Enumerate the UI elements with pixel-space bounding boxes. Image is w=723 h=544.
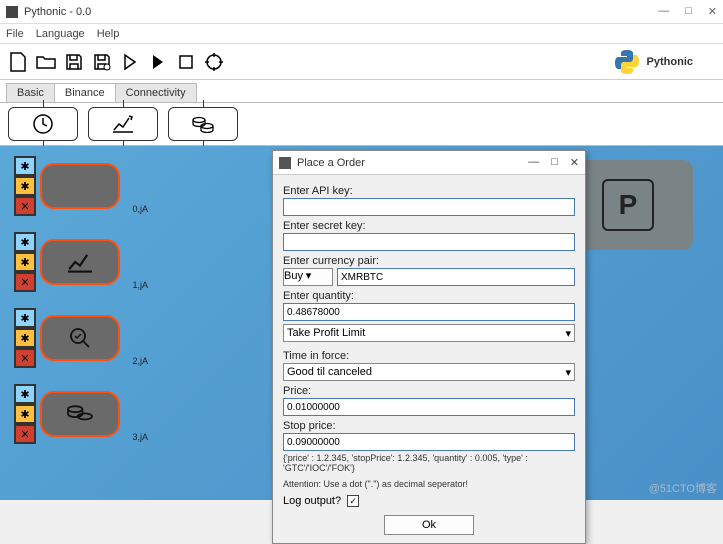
app-icon <box>6 6 18 18</box>
node-label: 1,jA <box>132 280 148 290</box>
example-text: {'price' : 1.2.345, 'stopPrice': 1.2.345… <box>283 453 575 473</box>
node-label: 0,jA <box>132 204 148 214</box>
dialog-close-button[interactable]: ✕ <box>570 156 579 169</box>
coins-icon <box>65 402 95 426</box>
attention-text: Attention: Use a dot (".") as decimal se… <box>283 479 575 489</box>
window-title: Pythonic - 0.0 <box>24 6 658 18</box>
tab-binance[interactable]: Binance <box>54 83 116 102</box>
step-icon[interactable] <box>118 50 142 74</box>
python-icon <box>613 48 641 76</box>
secret-key-label: Enter secret key: <box>283 220 575 232</box>
palette-coins[interactable] <box>168 107 238 141</box>
dialog-maximize-button[interactable]: □ <box>551 156 558 169</box>
secret-key-input[interactable] <box>283 233 575 251</box>
watermark: @51CTO博客 <box>649 480 717 496</box>
node-label: 3,jA <box>132 432 148 442</box>
magnify-icon <box>66 326 94 350</box>
node-gear2-icon[interactable]: ✱ <box>14 404 36 424</box>
log-output-label: Log output? <box>283 495 341 507</box>
maximize-button[interactable]: □ <box>685 5 692 18</box>
node-delete-icon[interactable]: ✕ <box>14 424 36 444</box>
clock-icon <box>32 113 54 135</box>
currency-pair-input[interactable] <box>337 268 575 286</box>
coins-icon <box>191 114 215 134</box>
node-0[interactable]: ✱ ✱ ✕ 0,jA <box>14 156 120 216</box>
brand-logo: Pythonic <box>613 48 693 76</box>
play-icon[interactable] <box>146 50 170 74</box>
stop-price-input[interactable] <box>283 433 575 451</box>
dialog-title: Place a Order <box>297 157 528 169</box>
quantity-input[interactable] <box>283 303 575 321</box>
node-gear2-icon[interactable]: ✱ <box>14 252 36 272</box>
stop-price-label: Stop price: <box>283 420 575 432</box>
place-order-dialog: Place a Order — □ ✕ Enter API key: Enter… <box>272 150 586 544</box>
node-gear-icon[interactable]: ✱ <box>14 232 36 252</box>
minimize-button[interactable]: — <box>658 5 669 18</box>
node-gear-icon[interactable]: ✱ <box>14 308 36 328</box>
api-key-input[interactable] <box>283 198 575 216</box>
chart-icon <box>111 114 135 134</box>
brand-text: Pythonic <box>647 56 693 68</box>
node-gear-icon[interactable]: ✱ <box>14 384 36 404</box>
stop-icon[interactable] <box>174 50 198 74</box>
chevron-down-icon: ▾ <box>565 327 571 340</box>
tab-connectivity[interactable]: Connectivity <box>115 83 197 102</box>
node-gear2-icon[interactable]: ✱ <box>14 176 36 196</box>
price-input[interactable] <box>283 398 575 416</box>
palette-clock[interactable] <box>8 107 78 141</box>
main-titlebar: Pythonic - 0.0 — □ ✕ <box>0 0 723 24</box>
save-as-icon[interactable] <box>90 50 114 74</box>
node-delete-icon[interactable]: ✕ <box>14 272 36 292</box>
save-icon[interactable] <box>62 50 86 74</box>
palette-chart[interactable] <box>88 107 158 141</box>
currency-pair-label: Enter currency pair: <box>283 255 575 267</box>
tab-basic[interactable]: Basic <box>6 83 55 102</box>
palette-bar <box>0 102 723 146</box>
chevron-down-icon: ▾ <box>565 366 571 379</box>
menu-language[interactable]: Language <box>36 28 85 40</box>
menu-file[interactable]: File <box>6 28 24 40</box>
tab-bar: Basic Binance Connectivity <box>0 80 723 102</box>
order-type-select[interactable]: Take Profit Limit▾ <box>283 324 575 342</box>
ok-button[interactable]: Ok <box>384 515 474 535</box>
dialog-icon <box>279 157 291 169</box>
chart-icon <box>65 250 95 274</box>
node-1[interactable]: ✱ ✱ ✕ 1,jA <box>14 232 120 292</box>
api-key-label: Enter API key: <box>283 185 575 197</box>
target-icon[interactable] <box>202 50 226 74</box>
park-icon: P <box>602 179 654 231</box>
node-gear2-icon[interactable]: ✱ <box>14 328 36 348</box>
menu-help[interactable]: Help <box>97 28 120 40</box>
tif-select[interactable]: Good til canceled▾ <box>283 363 575 381</box>
price-label: Price: <box>283 385 575 397</box>
dialog-minimize-button[interactable]: — <box>528 156 539 169</box>
open-folder-icon[interactable] <box>34 50 58 74</box>
quantity-label: Enter quantity: <box>283 290 575 302</box>
close-button[interactable]: ✕ <box>708 5 717 18</box>
chevron-down-icon: ▾ <box>306 270 312 282</box>
dialog-titlebar: Place a Order — □ ✕ <box>273 151 585 175</box>
log-output-checkbox[interactable]: ✓ <box>347 495 359 507</box>
menu-bar: File Language Help <box>0 24 723 44</box>
node-delete-icon[interactable]: ✕ <box>14 196 36 216</box>
side-select[interactable]: Buy ▾ <box>283 268 333 286</box>
tif-label: Time in force: <box>283 350 575 362</box>
node-2[interactable]: ✱ ✱ ✕ 2,jA <box>14 308 120 368</box>
node-3[interactable]: ✱ ✱ ✕ 3,jA <box>14 384 120 444</box>
node-delete-icon[interactable]: ✕ <box>14 348 36 368</box>
node-label: 2,jA <box>132 356 148 366</box>
new-file-icon[interactable] <box>6 50 30 74</box>
node-gear-icon[interactable]: ✱ <box>14 156 36 176</box>
